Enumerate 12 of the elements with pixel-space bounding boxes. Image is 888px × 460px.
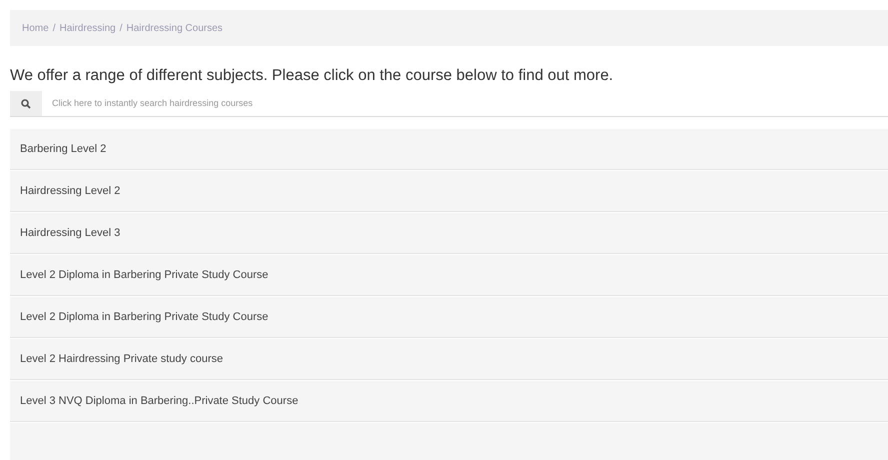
course-item[interactable]: Hairdressing Level 3 (10, 213, 888, 254)
course-item[interactable]: Hairdressing Level 2 (10, 171, 888, 212)
course-item[interactable]: Barbering Level 2 (10, 129, 888, 170)
course-item[interactable]: Level 2 Diploma in Barbering Private Study Course (10, 255, 888, 296)
search-field[interactable]: Click here to instantly search hairdressing courses (42, 91, 888, 116)
course-item[interactable]: Level 2 Diploma in Barbering Private Study Course (10, 297, 888, 338)
breadcrumb-separator: / (52, 22, 56, 36)
intro-text: We offer a range of different subjects. Please click on the course below to find out more. (10, 66, 614, 86)
breadcrumb-separator: / (120, 22, 122, 36)
course-item[interactable]: Level 3 NVQ Diploma in Barbering..Private Study Course (10, 381, 888, 422)
course-item[interactable]: Level 2 Hairdressing Private study course (10, 339, 888, 380)
search-icon (21, 98, 31, 109)
